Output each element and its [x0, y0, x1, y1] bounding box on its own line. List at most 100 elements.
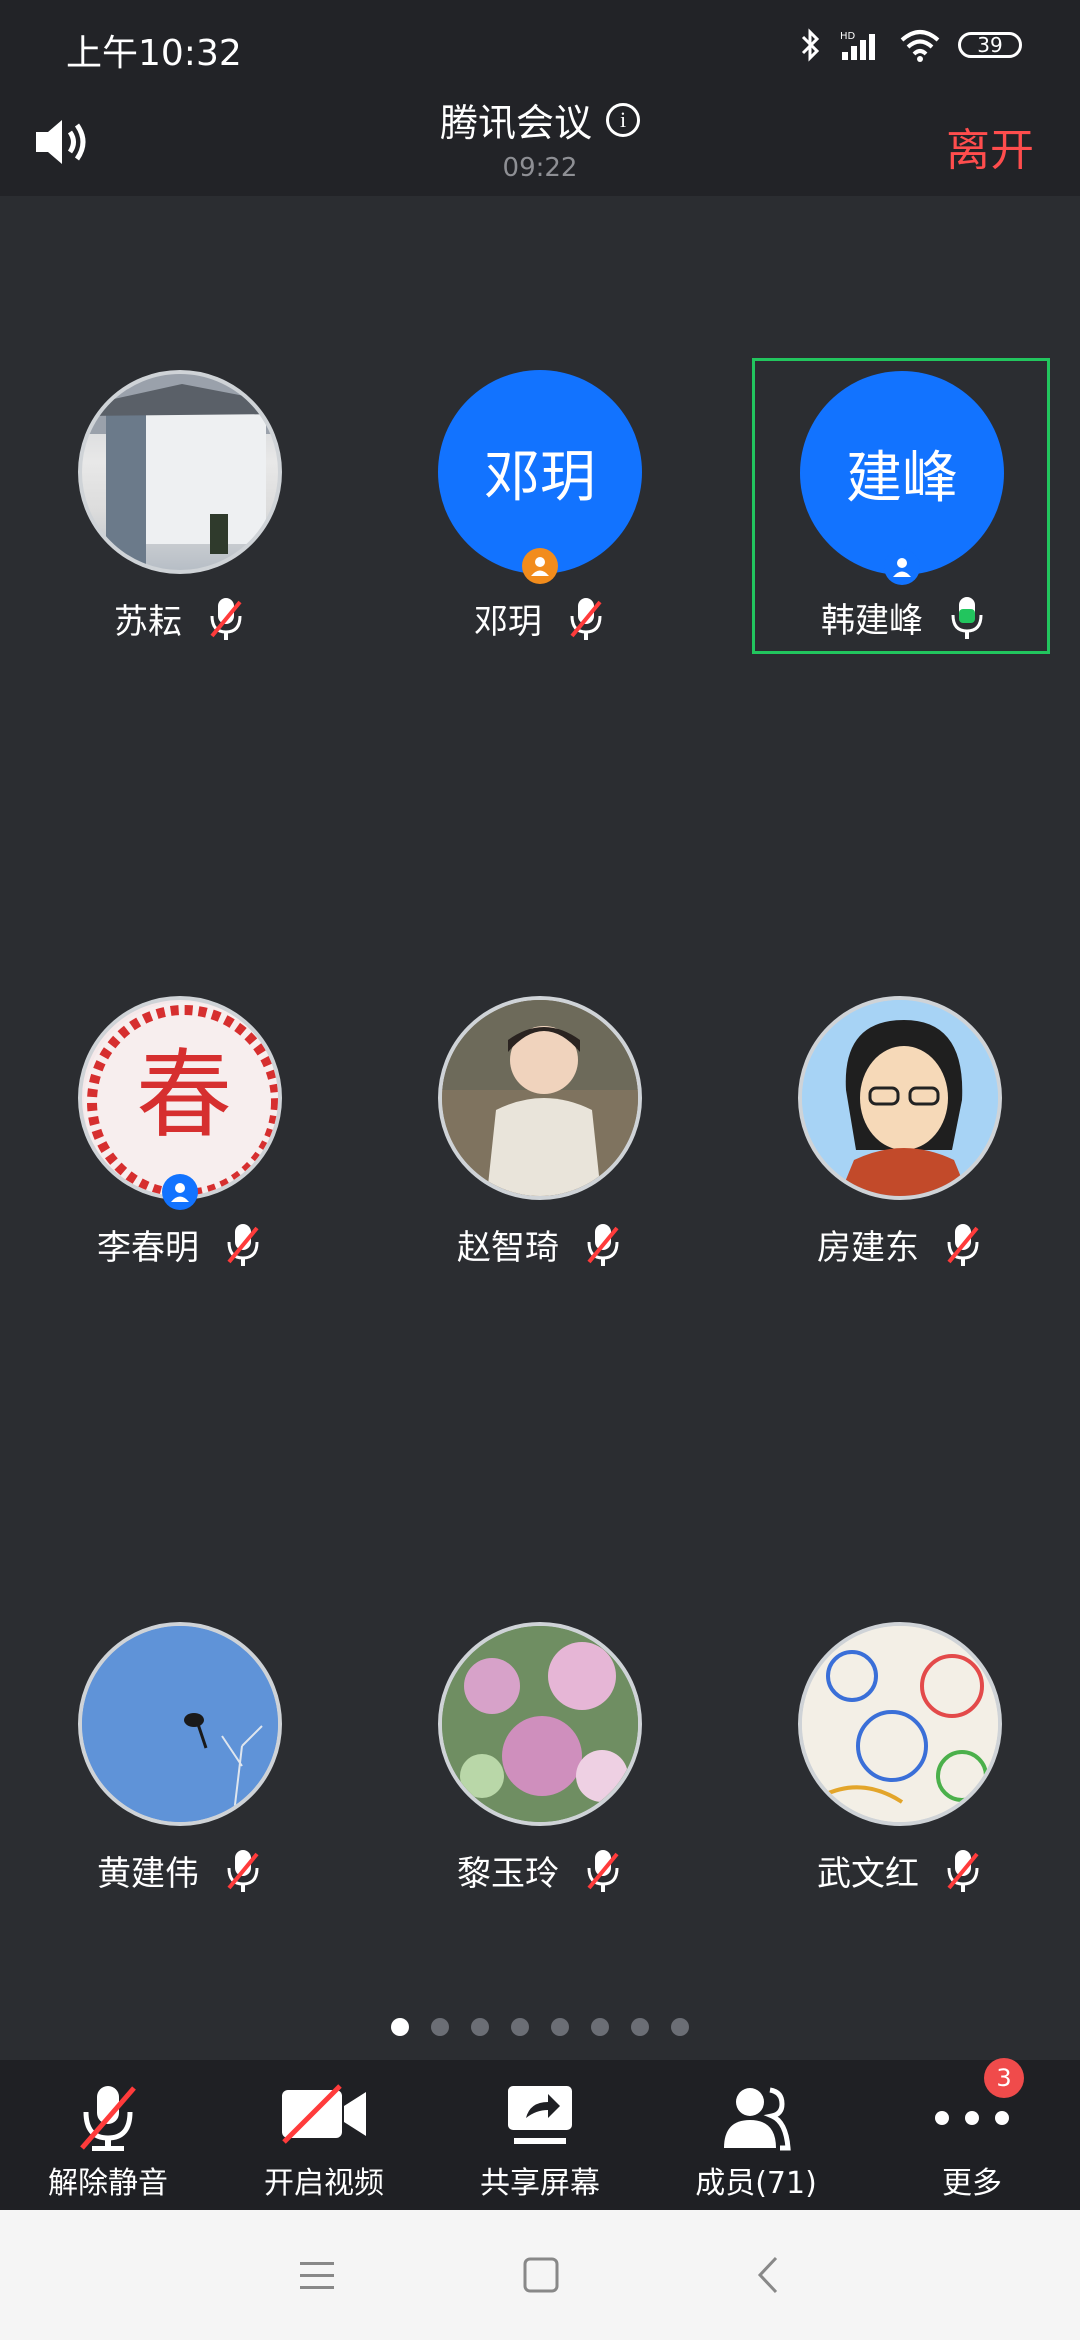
- start-video-button[interactable]: 开启视频: [216, 2060, 432, 2210]
- participant-tile[interactable]: 邓玥 邓玥: [360, 358, 720, 658]
- avatar: [438, 996, 642, 1200]
- avatar-photo: [802, 1000, 998, 1196]
- avatar-photo: [442, 1000, 638, 1196]
- participant-name: 武文红: [817, 1854, 919, 1894]
- meeting-timer: 09:22: [502, 153, 578, 183]
- menu-icon[interactable]: [292, 2250, 342, 2300]
- avatar-photo: [802, 1626, 998, 1822]
- members-icon: [724, 2087, 791, 2151]
- system-nav-bar: [0, 2210, 1080, 2340]
- share-screen-icon: [508, 2086, 572, 2144]
- participant-name: 苏耘: [114, 602, 182, 642]
- participant-name: 黄建伟: [97, 1854, 199, 1894]
- leave-button[interactable]: 离开: [946, 114, 1034, 178]
- participant-name-row: 李春明: [0, 1220, 360, 1269]
- mic-muted-icon: [570, 597, 602, 640]
- avatar: [798, 996, 1002, 1200]
- battery-indicator: 39: [958, 32, 1022, 58]
- share-screen-button[interactable]: 共享屏幕: [432, 2060, 648, 2210]
- participant-name-row: 邓玥: [360, 594, 720, 643]
- meeting-title-text: 腾讯会议: [439, 101, 592, 145]
- participant-name-row: 黄建伟: [0, 1846, 360, 1895]
- notification-badge: 3: [984, 2058, 1024, 2098]
- page-dot[interactable]: [591, 2018, 609, 2036]
- participant-tile[interactable]: 赵智琦: [360, 984, 720, 1284]
- mic-muted-icon: [587, 1223, 619, 1266]
- video-off-icon: [282, 2084, 366, 2144]
- home-icon[interactable]: [516, 2250, 566, 2300]
- participant-name-row: 韩建峰: [755, 593, 1053, 642]
- participant-tile[interactable]: 黄建伟: [0, 1610, 360, 1910]
- avatar: 春: [78, 996, 282, 1200]
- svg-text:春: 春: [136, 1039, 232, 1151]
- avatar: [78, 1622, 282, 1826]
- host-badge-icon: [522, 548, 558, 584]
- page-dot[interactable]: [551, 2018, 569, 2036]
- unmute-label: 解除静音: [48, 2166, 168, 2201]
- participant-tile[interactable]: 春 李春明: [0, 984, 360, 1284]
- avatar-photo: 春: [84, 1002, 278, 1196]
- participant-name-row: 赵智琦: [360, 1220, 720, 1269]
- members-button[interactable]: 成员(71): [648, 2060, 864, 2210]
- mic-muted-icon: [80, 2086, 136, 2151]
- svg-text:HD: HD: [840, 31, 856, 42]
- participant-name-row: 苏耘: [0, 594, 360, 643]
- avatar: 建峰: [800, 371, 1004, 575]
- status-time: 上午10:32: [66, 33, 242, 74]
- participant-name: 黎玉玲: [457, 1854, 559, 1894]
- meeting-toolbar: 解除静音 开启视频 共享屏幕 成员(71) 3 更多: [0, 2058, 1080, 2210]
- page-dot[interactable]: [391, 2018, 409, 2036]
- signal-icon: HD: [840, 31, 875, 60]
- participant-name-row: 黎玉玲: [360, 1846, 720, 1895]
- participant-name-row: 房建东: [720, 1220, 1080, 1269]
- more-label: 更多: [942, 2166, 1002, 2201]
- avatar-photo: [442, 1626, 638, 1822]
- page-dot[interactable]: [471, 2018, 489, 2036]
- participant-name: 房建东: [817, 1228, 919, 1268]
- meeting-header: 腾讯会议 i 09:22 离开: [0, 92, 1080, 196]
- participant-tile[interactable]: 苏耘: [0, 358, 360, 658]
- mic-muted-icon: [210, 597, 242, 640]
- participant-tile[interactable]: 房建东: [720, 984, 1080, 1284]
- info-icon[interactable]: i: [606, 102, 640, 137]
- bluetooth-icon: [801, 28, 820, 62]
- participant-name: 李春明: [97, 1228, 199, 1268]
- share-screen-label: 共享屏幕: [480, 2166, 600, 2201]
- avatar: 邓玥: [438, 370, 642, 574]
- page-dot[interactable]: [511, 2018, 529, 2036]
- avatar: [78, 370, 282, 574]
- mic-muted-icon: [227, 1223, 259, 1266]
- page-dot[interactable]: [431, 2018, 449, 2036]
- participant-name: 韩建峰: [821, 601, 923, 641]
- cohost-badge-icon: [162, 1174, 198, 1210]
- unmute-button[interactable]: 解除静音: [0, 2060, 216, 2210]
- avatar-photo: [82, 1626, 278, 1822]
- page-dot[interactable]: [631, 2018, 649, 2036]
- participant-name: 赵智琦: [457, 1228, 559, 1268]
- participant-tile-active[interactable]: 建峰 韩建峰: [752, 358, 1050, 654]
- page-indicator: [0, 2018, 1080, 2036]
- mic-active-icon: [951, 596, 983, 639]
- participant-tile[interactable]: 黎玉玲: [360, 1610, 720, 1910]
- avatar-photo: [82, 374, 278, 564]
- meeting-title[interactable]: 腾讯会议 i: [440, 92, 640, 147]
- members-label: 成员(71): [695, 2166, 817, 2201]
- mic-muted-icon: [947, 1849, 979, 1892]
- participant-name-row: 武文红: [720, 1846, 1080, 1895]
- back-icon[interactable]: [744, 2250, 794, 2300]
- page-dot[interactable]: [671, 2018, 689, 2036]
- avatar: [438, 1622, 642, 1826]
- wifi-icon: [900, 30, 940, 62]
- start-video-label: 开启视频: [264, 2166, 384, 2201]
- cohost-badge-icon: [884, 549, 920, 585]
- more-button[interactable]: 3 更多: [864, 2058, 1080, 2210]
- avatar: [798, 1622, 1002, 1826]
- mic-muted-icon: [947, 1223, 979, 1266]
- participant-tile[interactable]: 武文红: [720, 1610, 1080, 1910]
- status-bar: 上午10:32 HD 39: [0, 0, 1080, 92]
- title-group: 腾讯会议 i 09:22: [0, 92, 1080, 183]
- participant-name: 邓玥: [474, 602, 542, 642]
- mic-muted-icon: [227, 1849, 259, 1892]
- mic-muted-icon: [587, 1849, 619, 1892]
- status-icons: HD 39: [800, 28, 1022, 62]
